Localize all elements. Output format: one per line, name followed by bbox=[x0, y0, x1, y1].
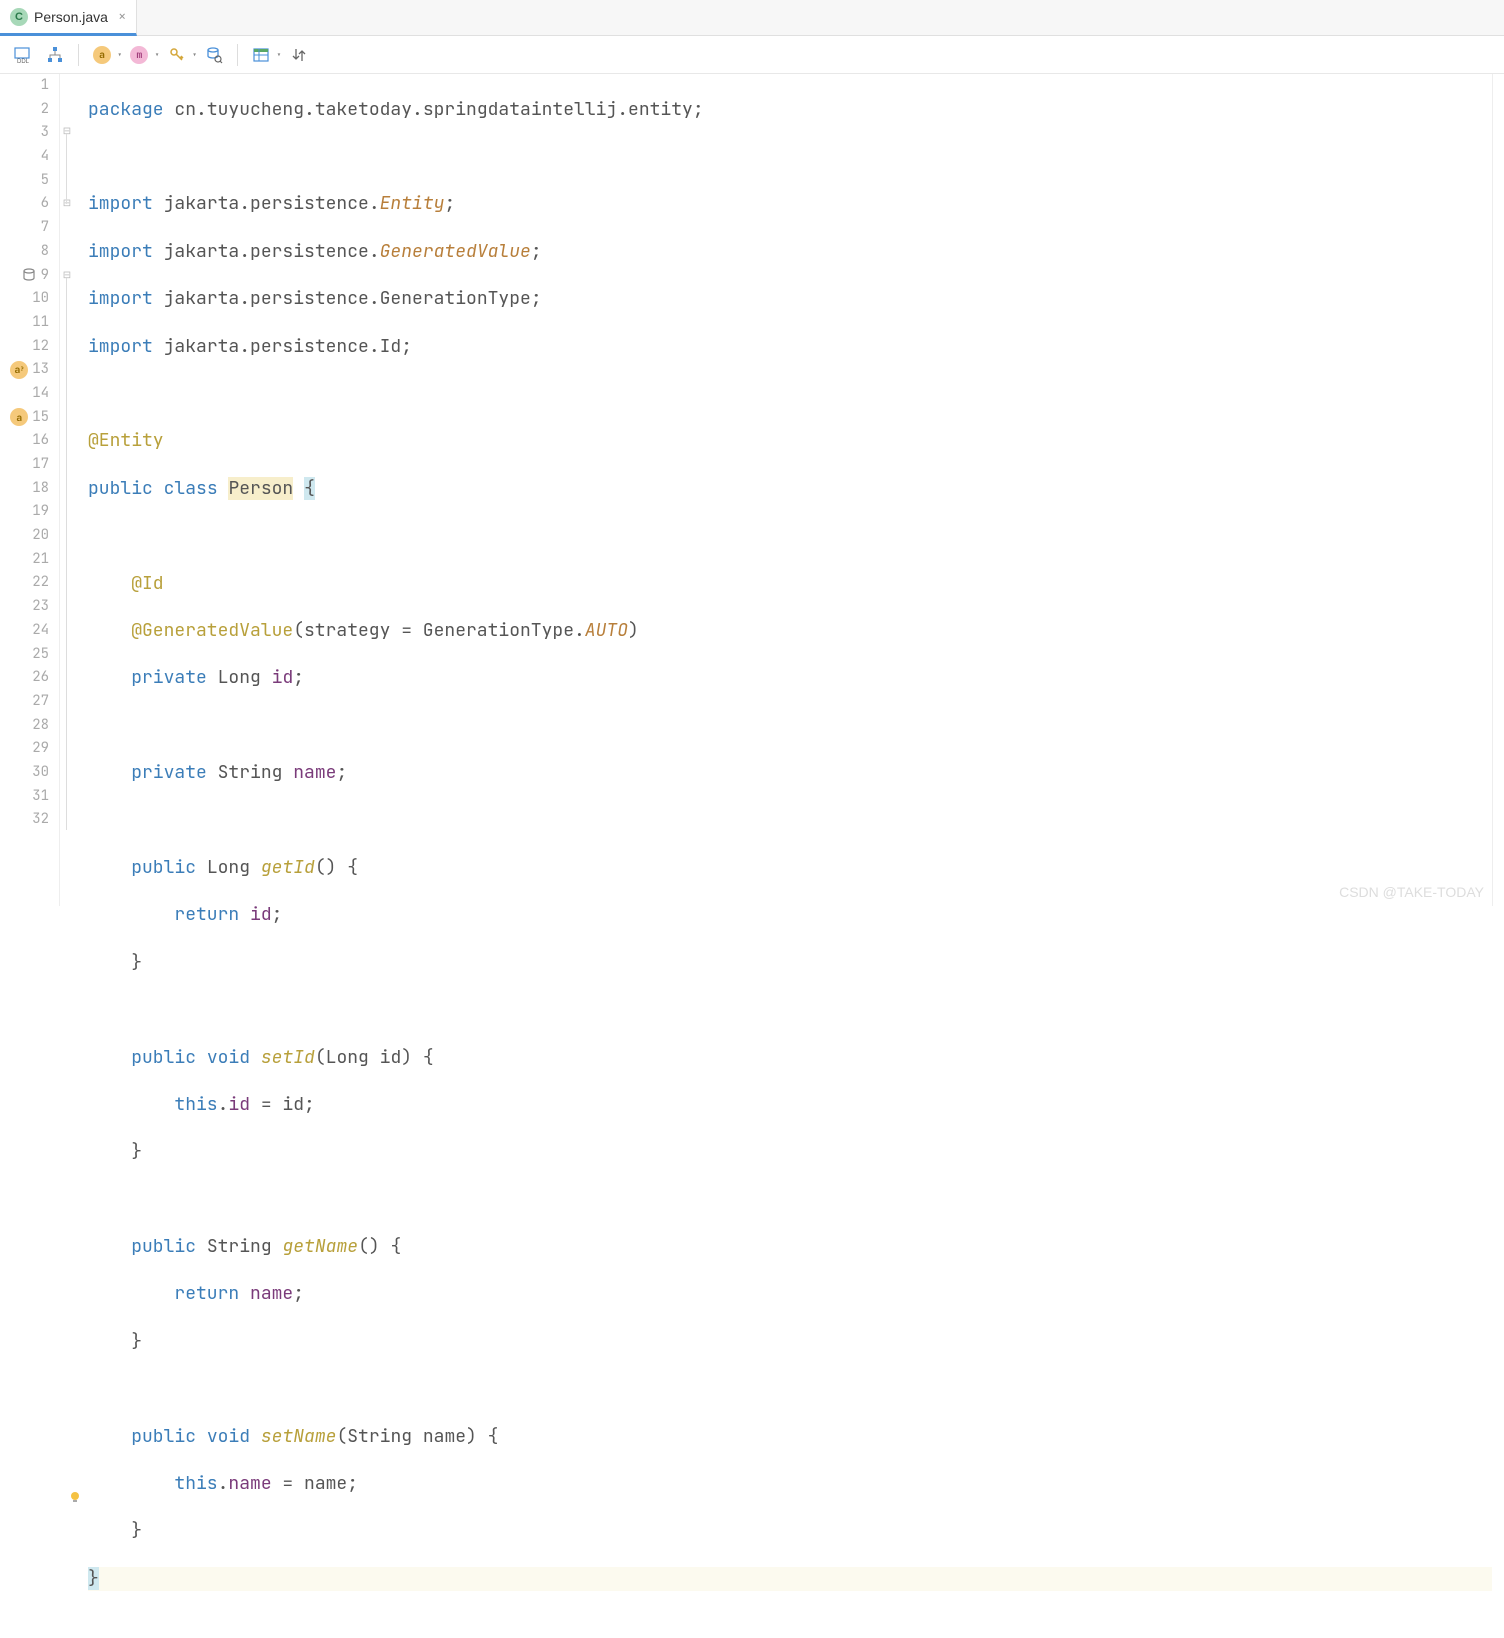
error-stripe[interactable] bbox=[1492, 74, 1504, 906]
line-number: 8 bbox=[41, 240, 49, 264]
svg-text:DDL: DDL bbox=[17, 59, 30, 64]
annotation-generated: @GeneratedValue bbox=[131, 619, 293, 642]
kw-import: import bbox=[88, 287, 153, 310]
fold-expand-icon[interactable]: ⊟ bbox=[62, 124, 72, 134]
line-number: 23 bbox=[32, 595, 49, 619]
table-button[interactable] bbox=[246, 41, 276, 69]
annotation-entity: @Entity bbox=[88, 429, 164, 452]
key-button[interactable] bbox=[162, 41, 192, 69]
dropdown-icon[interactable]: ▾ bbox=[117, 49, 122, 61]
kw-import: import bbox=[88, 335, 153, 358]
line-number: 22 bbox=[32, 571, 49, 595]
line-number: 18 bbox=[32, 477, 49, 501]
line-number: 3 bbox=[41, 121, 49, 145]
watermark-text: CSDN @TAKE-TODAY bbox=[1339, 884, 1484, 900]
db-search-button[interactable] bbox=[199, 41, 229, 69]
line-number: 13 bbox=[32, 358, 49, 382]
field-name: name bbox=[293, 761, 336, 784]
line-number: 6 bbox=[41, 192, 49, 216]
line-number: 7 bbox=[41, 216, 49, 240]
method-getName: getName bbox=[282, 1235, 358, 1258]
line-number: 12 bbox=[32, 335, 49, 359]
kw-import: import bbox=[88, 240, 153, 263]
line-number: 9 bbox=[41, 264, 49, 288]
line-number: 15 bbox=[32, 406, 49, 430]
line-number: 29 bbox=[32, 737, 49, 761]
intention-bulb-icon[interactable] bbox=[68, 1490, 82, 1504]
line-number: 16 bbox=[32, 429, 49, 453]
annotation-id: @Id bbox=[131, 572, 163, 595]
kw-import: import bbox=[88, 192, 153, 215]
sort-button[interactable] bbox=[284, 41, 314, 69]
line-number: 19 bbox=[32, 500, 49, 524]
line-number: 1 bbox=[41, 74, 49, 98]
tabs-bar: C Person.java × bbox=[0, 0, 1504, 36]
method-getId: getId bbox=[261, 856, 315, 879]
attr-m-button[interactable]: m bbox=[124, 41, 154, 69]
line-number: 20 bbox=[32, 524, 49, 548]
field-id: id bbox=[272, 666, 294, 689]
dropdown-icon[interactable]: ▾ bbox=[154, 49, 159, 61]
attr-gutter-badge[interactable]: a? bbox=[10, 361, 28, 379]
close-tab-icon[interactable]: × bbox=[118, 8, 126, 26]
fold-expand-icon[interactable]: ⊟ bbox=[62, 268, 72, 278]
line-number: 26 bbox=[32, 666, 49, 690]
line-number: 25 bbox=[32, 643, 49, 667]
line-number: 24 bbox=[32, 619, 49, 643]
db-gutter-icon[interactable] bbox=[21, 267, 37, 283]
line-number: 5 bbox=[41, 169, 49, 193]
fold-collapse-icon[interactable]: ⊟ bbox=[62, 196, 72, 206]
editor-toolbar: DDL a ▾ m ▾ ▾ ▾ bbox=[0, 36, 1504, 74]
line-number: 28 bbox=[32, 714, 49, 738]
line-number: 31 bbox=[32, 785, 49, 809]
attr-a-button[interactable]: a bbox=[87, 41, 117, 69]
line-number: 17 bbox=[32, 453, 49, 477]
line-number: 32 bbox=[32, 808, 49, 832]
method-setName: setName bbox=[261, 1425, 337, 1448]
separator bbox=[78, 44, 79, 66]
line-number: 10 bbox=[32, 287, 49, 311]
editor-area: 1 2 3 4 5 6 7 8 9 10 11 12 a? 13 14 a 15… bbox=[0, 74, 1504, 906]
dropdown-icon[interactable]: ▾ bbox=[276, 49, 281, 61]
package-path: cn.tuyucheng.taketoday.springdataintelli… bbox=[174, 98, 692, 121]
attr-gutter-badge[interactable]: a bbox=[10, 408, 28, 426]
line-number: 11 bbox=[32, 311, 49, 335]
line-number: 30 bbox=[32, 761, 49, 785]
line-number: 2 bbox=[41, 98, 49, 122]
separator bbox=[237, 44, 238, 66]
tab-filename: Person.java bbox=[34, 9, 108, 25]
structure-button[interactable] bbox=[40, 41, 70, 69]
class-name: Person bbox=[228, 477, 293, 500]
fold-column[interactable]: ⊟ ⊟ ⊟ bbox=[60, 74, 80, 906]
line-number: 4 bbox=[41, 145, 49, 169]
kw-package: package bbox=[88, 98, 164, 121]
line-number: 21 bbox=[32, 548, 49, 572]
method-setId: setId bbox=[261, 1046, 315, 1069]
file-tab[interactable]: C Person.java × bbox=[0, 0, 137, 36]
line-gutter[interactable]: 1 2 3 4 5 6 7 8 9 10 11 12 a? 13 14 a 15… bbox=[0, 74, 60, 906]
class-icon: C bbox=[10, 8, 28, 26]
line-number: 14 bbox=[32, 382, 49, 406]
code-editor[interactable]: package cn.tuyucheng.taketoday.springdat… bbox=[80, 74, 1492, 906]
ddl-button[interactable]: DDL bbox=[8, 41, 38, 69]
dropdown-icon[interactable]: ▾ bbox=[192, 49, 197, 61]
line-number: 27 bbox=[32, 690, 49, 714]
